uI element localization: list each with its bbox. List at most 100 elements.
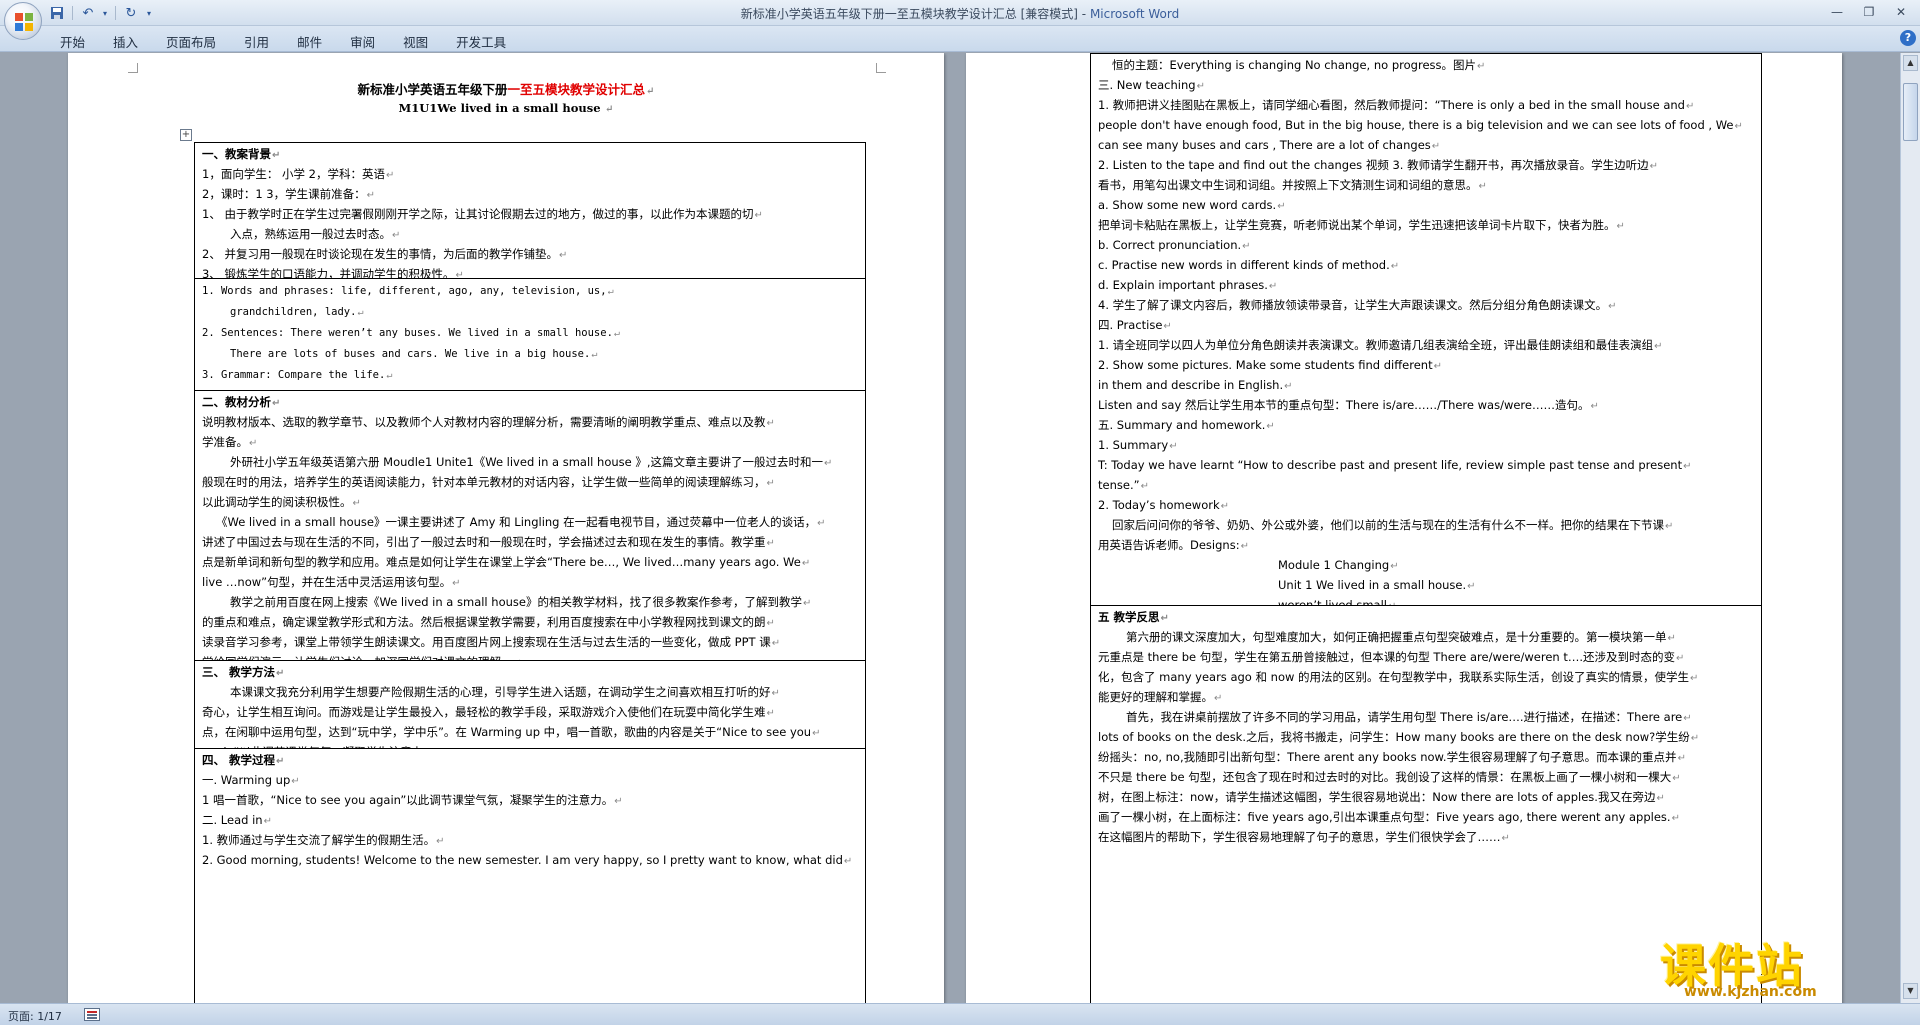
- paragraph: 2、 并复习用一般现在时谈论现在发生的事情，为后面的教学作铺垫。↵: [202, 247, 568, 261]
- paragraph-mark: ↵: [558, 250, 568, 261]
- lesson-plan-table-continued: 恒的主题：Everything is changing No change, n…: [1090, 53, 1762, 1003]
- paragraph: c. Practise new words in different kinds…: [1098, 258, 1400, 272]
- paragraph-mark: ↵: [1196, 81, 1205, 92]
- ribbon-tab-bar: 开始 插入 页面布局 引用 邮件 审阅 视图 开发工具 ?: [0, 26, 1920, 52]
- paragraph-mark: ↵: [392, 230, 401, 241]
- office-button[interactable]: [4, 2, 42, 40]
- paragraph: 三、 教学方法↵: [202, 665, 285, 679]
- paragraph: live …now”句型，并在生活中灵活运用该句型。↵: [202, 575, 461, 589]
- paragraph: 讲述了中国过去与现在生活的不同，引出了一般过去时和一般现在时，学会描述过去和现在…: [202, 535, 775, 549]
- paragraph-mark: ↵: [766, 478, 775, 489]
- paragraph-mark: ↵: [1214, 693, 1223, 704]
- paragraph-mark: ↵: [1240, 541, 1249, 552]
- heading-text: 新标准小学英语五年级下册: [357, 82, 508, 97]
- paragraph: 元重点是 there be 句型，学生在第五册曾接触过，但本课的句型 There…: [1098, 650, 1685, 664]
- tab-page-layout[interactable]: 页面布局: [152, 30, 230, 54]
- paragraph-mark: ↵: [1676, 653, 1685, 664]
- paragraph: 一. Warming up↵: [202, 773, 300, 787]
- tab-view[interactable]: 视图: [389, 30, 442, 54]
- paragraph-mark: ↵: [817, 518, 826, 529]
- tab-developer[interactable]: 开发工具: [442, 30, 520, 54]
- proofing-icon[interactable]: [84, 1008, 100, 1021]
- paragraph: 4. 学生了解了课文内容后，教师播放领读带录音，让学生大声跟读课文。然后分组分角…: [1098, 298, 1617, 312]
- paragraph-mark: ↵: [276, 668, 285, 679]
- table-cell[interactable]: 四、 教学过程↵ 一. Warming up↵ 1 唱一首歌，“Nice to se…: [195, 749, 865, 1003]
- page-2[interactable]: 恒的主题：Everything is changing No change, n…: [966, 53, 1842, 1003]
- paragraph-mark: ↵: [601, 104, 614, 115]
- paragraph: Listen and say 然后让学生用本节的重点句型：There is/ar…: [1098, 398, 1599, 412]
- tab-review[interactable]: 审阅: [336, 30, 389, 54]
- paragraph: 入点，熟练运用一般过去时态。↵: [230, 227, 401, 241]
- paragraph-mark: ↵: [1220, 501, 1230, 512]
- paragraph: 画了一棵小树，在上面标注：five years ago,引出本课重点句型：Fiv…: [1098, 810, 1680, 824]
- paragraph: 1，面向学生： 小学 2，学科：英语↵: [202, 167, 395, 181]
- paragraph: 恒的主题：Everything is changing No change, n…: [1112, 58, 1486, 72]
- paragraph: 一、教案背景↵: [202, 147, 281, 161]
- table-cell[interactable]: 三、 教学方法↵ 本课课文我充分利用学生想要产险假期生活的心理，引导学生进入话题，…: [195, 661, 865, 749]
- paragraph-mark: ↵: [249, 438, 258, 449]
- title-bar: ↶ ▾ ↻ ▾ 新标准小学英语五年级下册一至五模块教学设计汇总 [兼容模式] -…: [0, 0, 1920, 40]
- table-cell[interactable]: 恒的主题：Everything is changing No change, n…: [1091, 54, 1761, 606]
- paragraph-mark: ↵: [1477, 61, 1486, 72]
- paragraph-mark: ↵: [1433, 361, 1442, 372]
- tab-home[interactable]: 开始: [50, 30, 99, 54]
- paragraph: people don't have enough food, But in th…: [1098, 118, 1743, 132]
- close-icon[interactable]: ✕: [1888, 3, 1914, 21]
- paragraph: 3. Grammar: Compare the life.↵: [202, 369, 393, 381]
- paragraph-mark: ↵: [1672, 773, 1681, 784]
- scroll-thumb[interactable]: [1903, 83, 1918, 141]
- paragraph: 2. Show some pictures. Make some student…: [1098, 358, 1442, 372]
- paragraph-mark: ↵: [1649, 161, 1659, 172]
- paragraph: 在这幅图片的帮助下，学生很容易地理解了句子的意思，学生们很快学会了……↵: [1098, 830, 1510, 844]
- paragraph: Module 1 Changing↵: [1278, 558, 1399, 572]
- paragraph-mark: ↵: [1160, 613, 1169, 624]
- paragraph: 五 教学反思↵: [1098, 610, 1169, 624]
- tab-mailings[interactable]: 邮件: [283, 30, 336, 54]
- paragraph-mark: ↵: [801, 558, 811, 569]
- paragraph-mark: ↵: [386, 370, 393, 381]
- paragraph-mark: ↵: [272, 398, 281, 409]
- paragraph: 2. Sentences: There weren’t any buses. W…: [202, 327, 620, 339]
- page-1[interactable]: 新标准小学英语五年级下册一至五模块教学设计汇总↵ M1U1We lived in…: [68, 53, 944, 1003]
- paragraph: 用英语告诉老师。Designs:↵: [1098, 538, 1249, 552]
- paragraph-mark: ↵: [1677, 753, 1686, 764]
- paragraph: tense.”↵: [1098, 478, 1149, 492]
- paragraph: 点是新单词和新句型的教学和应用。难点是如何让学生在课堂上学会“There be……: [202, 555, 811, 569]
- paragraph: 纷摇头：no, no,我随即引出新句型：There arent any book…: [1098, 750, 1686, 764]
- paragraph: 2. Listen to the tape and find out the c…: [1098, 158, 1659, 172]
- table-cell[interactable]: 一、教案背景↵ 1，面向学生： 小学 2，学科：英语↵ 2，课时：1 3，学生课前准…: [195, 143, 865, 279]
- paragraph-mark: ↵: [1665, 521, 1674, 532]
- tab-insert[interactable]: 插入: [99, 30, 152, 54]
- paragraph: 能更好的理解和掌握。↵: [1098, 690, 1223, 704]
- paragraph-mark: ↵: [1590, 401, 1599, 412]
- paragraph: 1. 教师把讲义挂图贴在黑板上，请同学细心看图，然后教师提问：“There is…: [1098, 98, 1695, 112]
- paragraph: 回家后问问你的爷爷、奶奶、外公或外婆，他们以前的生活与现在的生活有什么不一样。把…: [1112, 518, 1674, 532]
- help-icon[interactable]: ?: [1900, 30, 1916, 46]
- paragraph: 本课课文我充分利用学生想要产险假期生活的心理，引导学生进入话题，在调动学生之间喜…: [230, 685, 780, 699]
- paragraph: 第六册的课文深度加大，句型难度加大，如何正确把握重点句型突破难点，是十分重要的。…: [1126, 630, 1676, 644]
- table-move-handle[interactable]: +: [180, 129, 192, 141]
- paragraph: 奇心，让学生相互询问。而游戏是让学生最投入，最轻松的教学手段，采取游戏介入使他们…: [202, 705, 775, 719]
- restore-icon[interactable]: ❐: [1856, 3, 1882, 21]
- paragraph-mark: ↵: [613, 328, 620, 339]
- table-cell[interactable]: 1. Words and phrases: life, different, a…: [195, 279, 865, 391]
- tab-references[interactable]: 引用: [230, 30, 283, 54]
- paragraph-mark: ↵: [802, 598, 812, 609]
- paragraph-mark: ↵: [591, 349, 598, 360]
- document-area[interactable]: 新标准小学英语五年级下册一至五模块教学设计汇总↵ M1U1We lived in…: [0, 53, 1900, 1003]
- table-cell[interactable]: 二、教材分析↵ 说明教材版本、选取的教学章节、以及教师个人对教材内容的理解分析，需…: [195, 391, 865, 661]
- watermark-logo: 课件站 www.kjzhan.com: [1660, 930, 1900, 1000]
- paragraph-mark: ↵: [1431, 141, 1441, 152]
- vertical-scrollbar[interactable]: ▲ ▼: [1900, 53, 1920, 1003]
- paragraph: d. Explain important phrases.↵: [1098, 278, 1278, 292]
- paragraph: a. Show some new word cards.↵: [1098, 198, 1286, 212]
- window-controls: — ❐ ✕: [1824, 3, 1914, 21]
- paragraph-mark: ↵: [607, 286, 614, 297]
- paragraph: 二. Lead in↵: [202, 813, 272, 827]
- scroll-up-icon[interactable]: ▲: [1903, 55, 1918, 71]
- scroll-down-icon[interactable]: ▼: [1903, 983, 1918, 999]
- paragraph-mark: ↵: [771, 688, 780, 699]
- page-count[interactable]: 页面: 1/17: [8, 1008, 62, 1024]
- paragraph-mark: ↵: [452, 578, 461, 589]
- minimize-icon[interactable]: —: [1824, 3, 1850, 21]
